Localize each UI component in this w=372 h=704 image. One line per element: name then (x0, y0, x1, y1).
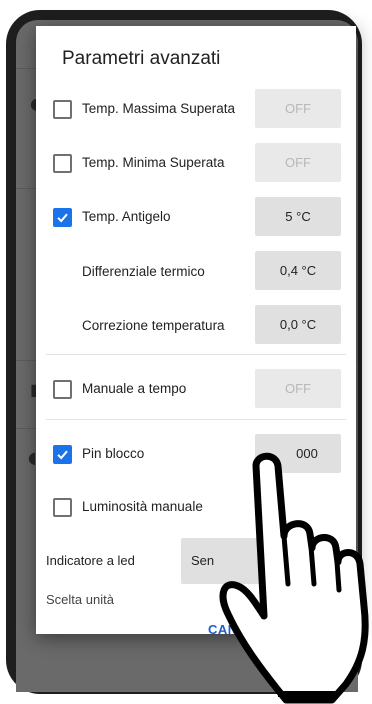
checkbox-manuale-tempo[interactable] (53, 380, 72, 399)
checkbox-luminosita[interactable] (53, 498, 72, 517)
label-temp-massima: Temp. Massima Superata (82, 101, 236, 116)
divider (46, 354, 346, 355)
label-luminosita: Luminosità manuale (82, 499, 203, 514)
checkbox-pin-blocco[interactable] (53, 445, 72, 464)
label-manuale-tempo: Manuale a tempo (82, 381, 187, 396)
value-correzione-button[interactable]: 0,0 °C (255, 305, 341, 344)
label-partial: Scelta unità (46, 592, 114, 607)
checkbox-temp-minima[interactable] (53, 154, 72, 173)
row-temp-minima: Temp. Minima Superata OFF (36, 140, 356, 188)
value-temp-antigelo-button[interactable]: 5 °C (255, 197, 341, 236)
row-temp-antigelo: Temp. Antigelo 5 °C (36, 194, 356, 242)
hand-pointer-icon (219, 452, 369, 704)
label-indicatore-led: Indicatore a led (46, 553, 135, 568)
value-temp-minima-button[interactable]: OFF (255, 143, 341, 182)
check-icon (57, 213, 68, 223)
label-correzione: Correzione temperatura (82, 318, 225, 333)
value-temp-massima-button[interactable]: OFF (255, 89, 341, 128)
value-manuale-tempo-button[interactable]: OFF (255, 369, 341, 408)
label-differenziale: Differenziale termico (82, 264, 205, 279)
label-temp-antigelo: Temp. Antigelo (82, 209, 171, 224)
label-pin-blocco: Pin blocco (82, 446, 145, 461)
row-correzione: Correzione temperatura 0,0 °C (36, 302, 356, 350)
row-temp-massima: Temp. Massima Superata OFF (36, 86, 356, 134)
checkbox-temp-massima[interactable] (53, 100, 72, 119)
dialog-title: Parametri avanzati (62, 48, 221, 69)
row-manuale-tempo: Manuale a tempo OFF (36, 366, 356, 414)
row-differenziale: Differenziale termico 0,4 °C (36, 248, 356, 296)
value-differenziale-button[interactable]: 0,4 °C (255, 251, 341, 290)
divider (46, 419, 346, 420)
check-icon (57, 450, 68, 460)
checkbox-temp-antigelo[interactable] (53, 208, 72, 227)
label-temp-minima: Temp. Minima Superata (82, 155, 225, 170)
